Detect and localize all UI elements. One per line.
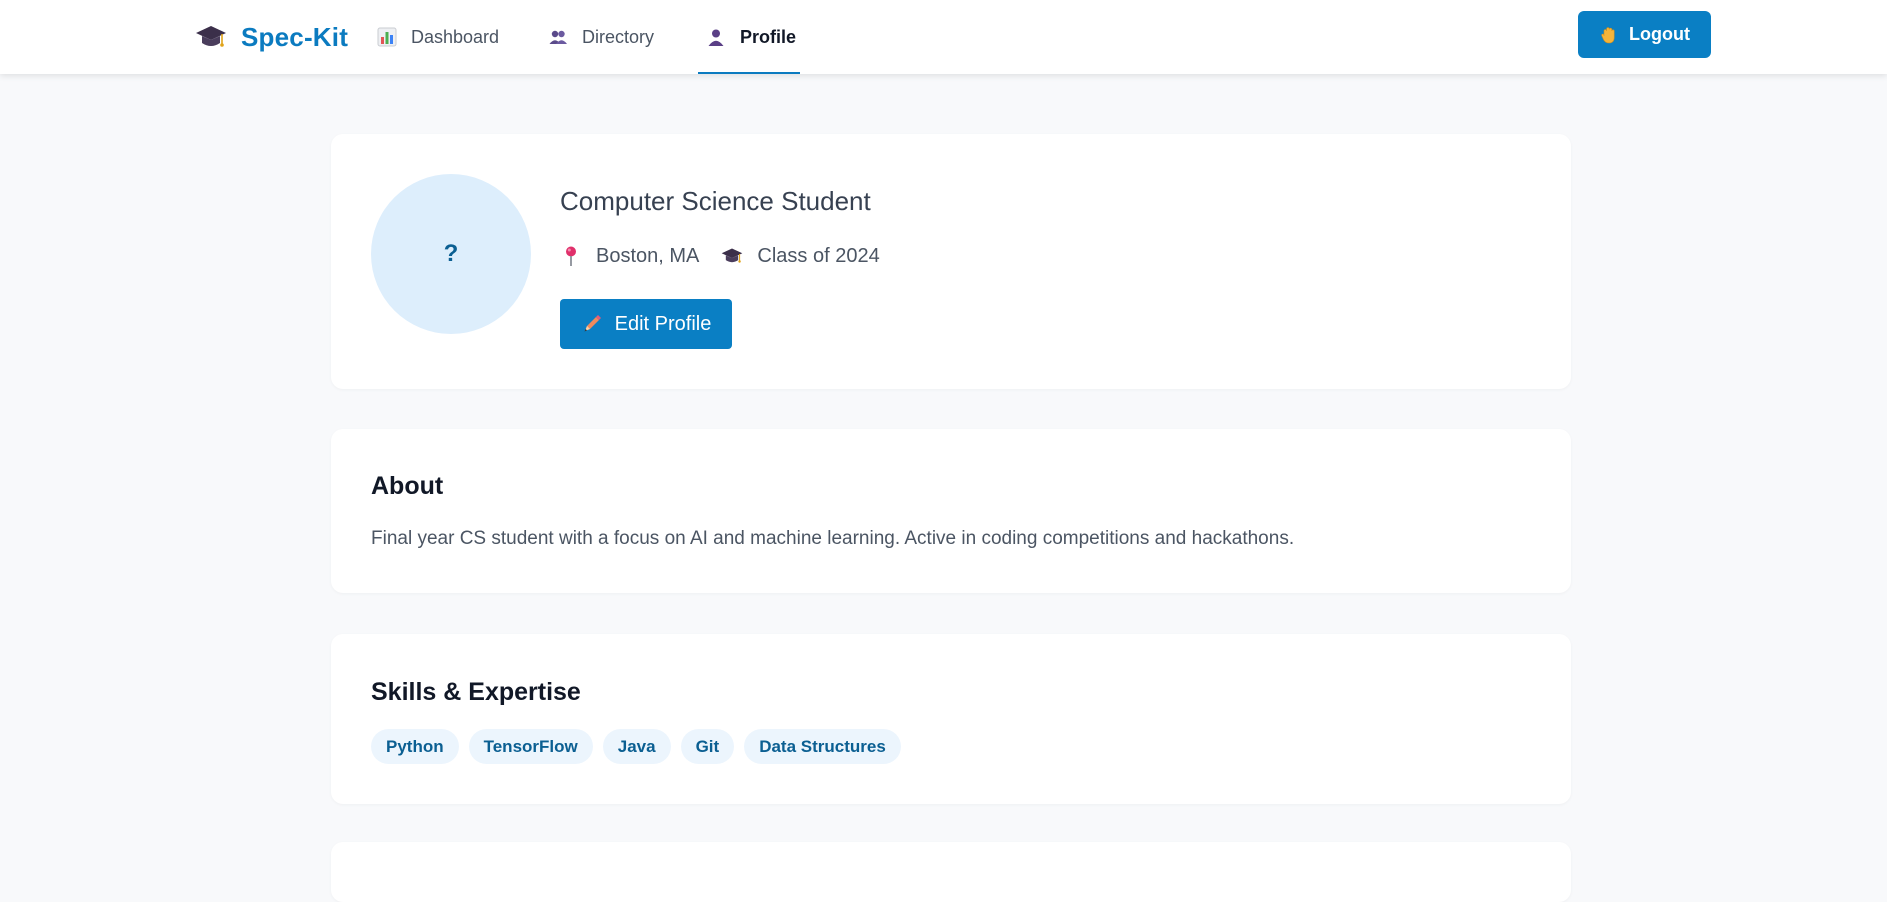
skill-tag: Data Structures	[744, 729, 901, 764]
graduation-cap-icon	[722, 248, 743, 263]
pencil-icon	[584, 315, 601, 332]
logout-button[interactable]: Logout	[1578, 11, 1711, 58]
logout-label: Logout	[1629, 24, 1690, 44]
profile-title: Computer Science Student	[560, 186, 871, 216]
brand-name: Spec-Kit	[241, 21, 349, 52]
top-navigation-bar: Spec-Kit Dashboard Directory Profile Log…	[0, 0, 1887, 74]
about-card: About Final year CS student with a focus…	[331, 429, 1571, 593]
about-heading: About	[371, 472, 444, 500]
pushpin-icon	[566, 246, 576, 266]
bar-chart-icon	[377, 27, 397, 47]
people-icon	[549, 30, 567, 44]
nav-item-label: Directory	[582, 26, 655, 47]
skill-tag: TensorFlow	[468, 729, 593, 764]
skill-tag: Python	[371, 729, 459, 764]
skills-card: Skills & Expertise Python TensorFlow Jav…	[331, 634, 1571, 804]
graduation-cap-icon	[196, 26, 226, 47]
brand[interactable]: Spec-Kit	[195, 18, 348, 56]
nav-item-dashboard[interactable]: Dashboard	[377, 0, 499, 74]
profile-meta: Boston, MA Class of 2024	[560, 241, 880, 271]
nav-item-label: Profile	[740, 26, 797, 47]
next-section-card	[331, 842, 1571, 902]
avatar: ?	[371, 174, 531, 334]
skills-heading: Skills & Expertise	[371, 678, 581, 706]
waving-hand-icon	[1601, 26, 1615, 43]
nav-item-label: Dashboard	[411, 26, 500, 47]
skill-tag: Java	[602, 729, 671, 764]
nav-item-directory[interactable]: Directory	[548, 0, 654, 74]
skill-tag: Git	[680, 729, 735, 764]
profile-class-year: Class of 2024	[757, 244, 880, 267]
skills-list: Python TensorFlow Java Git Data Structur…	[371, 729, 901, 764]
profile-location: Boston, MA	[596, 244, 700, 267]
profile-header-card: ? Computer Science Student Boston, MA Cl…	[331, 134, 1571, 389]
avatar-placeholder: ?	[443, 240, 459, 267]
nav-item-profile[interactable]: Profile	[697, 0, 801, 74]
edit-profile-label: Edit Profile	[614, 312, 712, 335]
edit-profile-button[interactable]: Edit Profile	[560, 299, 732, 349]
person-icon	[708, 29, 724, 46]
about-text: Final year CS student with a focus on AI…	[371, 528, 1295, 549]
